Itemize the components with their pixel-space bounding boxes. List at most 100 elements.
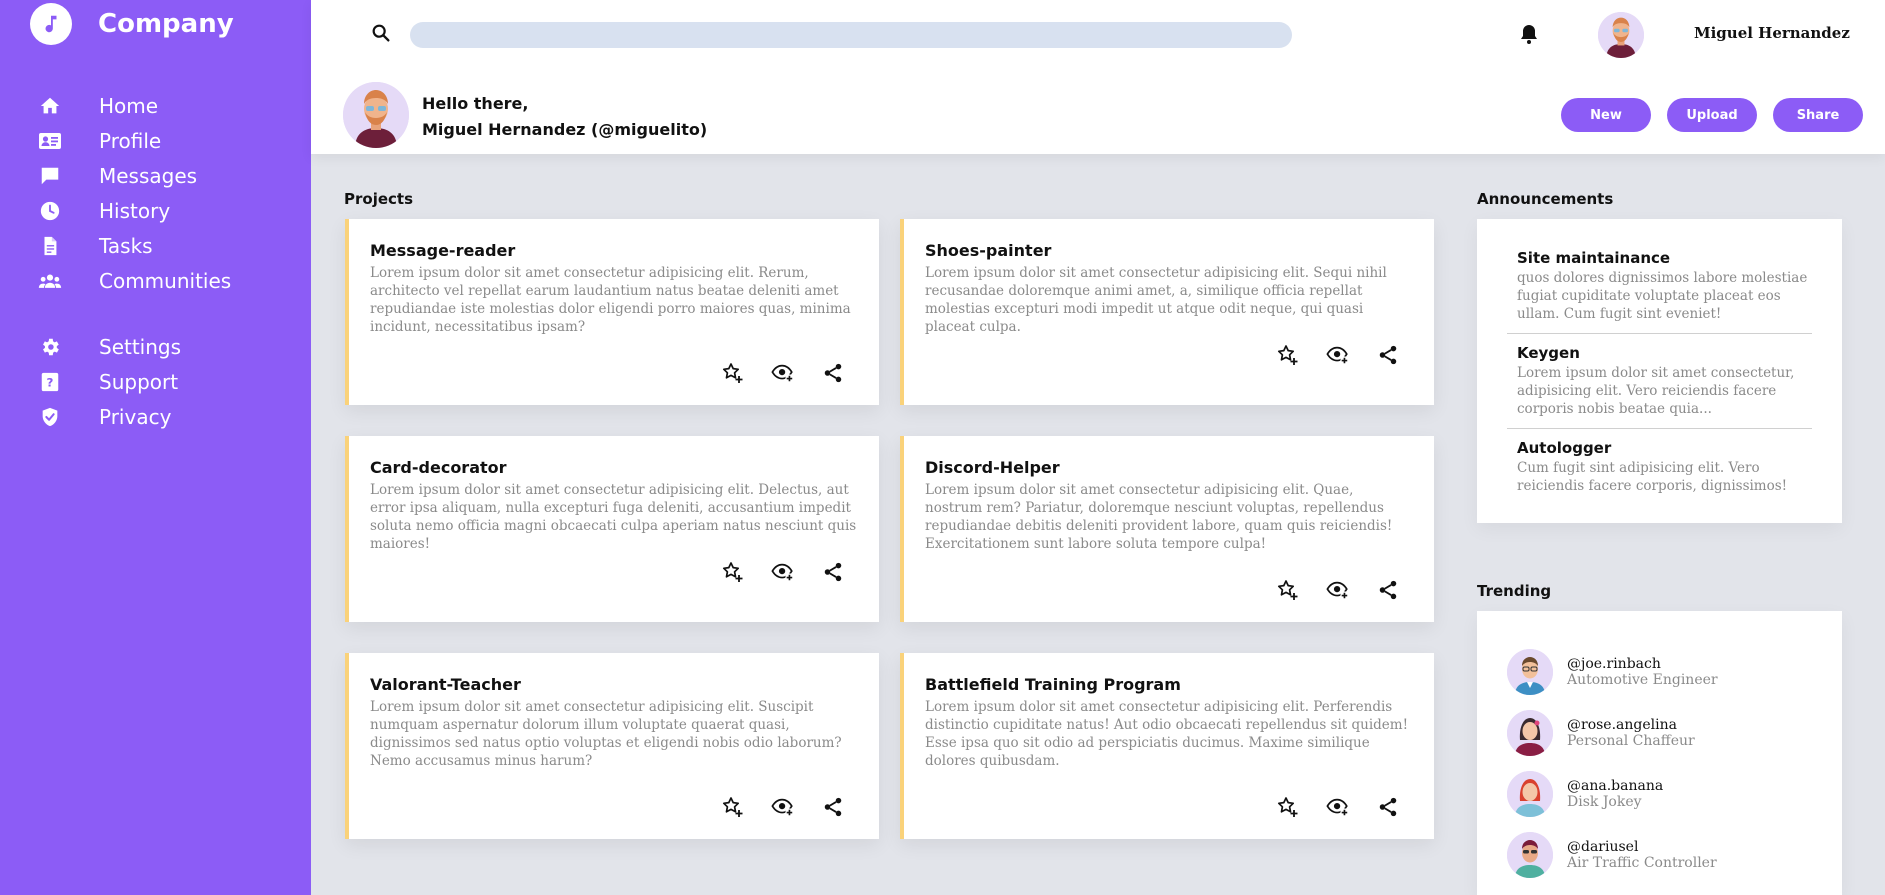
shield-icon [38,405,62,429]
star-add-icon[interactable] [1276,343,1300,367]
sidebar-item-profile[interactable]: Profile [0,123,311,158]
project-actions [1276,343,1400,367]
trending-role: Personal Chaffeur [1567,732,1695,749]
star-add-icon[interactable] [721,361,745,385]
share-icon[interactable] [821,361,845,385]
sidebar-item-label: Support [99,369,179,394]
share-icon[interactable] [1376,795,1400,819]
project-description: Lorem ipsum dolor sit amet consectetur a… [925,265,1387,335]
greeting: Hello there, Miguel Hernandez (@miguelit… [422,91,707,143]
trending-role: Automotive Engineer [1567,671,1718,688]
project-card[interactable]: Valorant-Teacher Lorem ipsum dolor sit a… [345,653,879,839]
music-note-icon [30,3,72,45]
trending-handle: @joe.rinbach [1567,655,1661,672]
project-title: Card-decorator [370,458,507,477]
sidebar-item-communities[interactable]: Communities [0,263,311,298]
share-icon[interactable] [821,795,845,819]
announcement-item[interactable]: Autologger Cum fugit sint adipisicing el… [1507,439,1812,505]
project-title: Valorant-Teacher [370,675,521,694]
sidebar-item-label: Privacy [99,404,172,429]
chat-icon [38,164,62,188]
sidebar-nav: Home Profile Messages History Tasks Comm… [0,88,311,434]
project-card[interactable]: Message-reader Lorem ipsum dolor sit ame… [345,219,879,405]
project-description: Lorem ipsum dolor sit amet consectetur a… [925,699,1409,769]
announcements-panel: Site maintainance quos dolores dignissim… [1477,219,1842,523]
project-card[interactable]: Shoes-painter Lorem ipsum dolor sit amet… [900,219,1434,405]
username: Miguel Hernandez [1694,24,1850,42]
trending-role: Air Traffic Controller [1567,854,1717,871]
star-add-icon[interactable] [1276,578,1300,602]
trending-title: Trending [1477,582,1552,600]
help-icon: ? [38,370,62,394]
project-card[interactable]: Discord-Helper Lorem ipsum dolor sit ame… [900,436,1434,622]
search-input[interactable] [410,22,1292,48]
project-description: Lorem ipsum dolor sit amet consectetur a… [370,482,857,552]
trending-handle: @ana.banana [1567,777,1664,794]
project-card[interactable]: Battlefield Training Program Lorem ipsum… [900,653,1434,839]
project-title: Message-reader [370,241,516,260]
announcement-item[interactable]: Site maintainance quos dolores dignissim… [1507,249,1812,334]
project-actions [721,361,845,385]
header-actions: New Upload Share [1561,98,1885,132]
avatar[interactable] [1598,12,1644,58]
avatar [343,82,409,148]
trending-item[interactable]: @rose.angelina Personal Chaffeur [1507,702,1812,763]
project-title: Discord-Helper [925,458,1060,477]
brand-name: Company [98,9,234,39]
announcement-item[interactable]: Keygen Lorem ipsum dolor sit amet consec… [1507,344,1812,429]
eye-add-icon[interactable] [771,361,795,385]
new-button[interactable]: New [1561,98,1651,132]
announcement-title: Autologger [1517,439,1612,457]
eye-add-icon[interactable] [1326,343,1350,367]
sidebar-item-home[interactable]: Home [0,88,311,123]
star-add-icon[interactable] [721,560,745,584]
sidebar-item-history[interactable]: History [0,193,311,228]
brand[interactable]: Company [30,3,234,45]
trending-item[interactable]: @ana.banana Disk Jokey [1507,763,1812,824]
sidebar-item-label: Communities [99,268,232,293]
project-card[interactable]: Card-decorator Lorem ipsum dolor sit ame… [345,436,879,622]
trending-item[interactable]: @dariusel Air Traffic Controller [1507,824,1812,885]
sidebar-item-settings[interactable]: Settings [0,329,311,364]
eye-add-icon[interactable] [1326,578,1350,602]
project-actions [1276,578,1400,602]
upload-button[interactable]: Upload [1667,98,1757,132]
projects-title: Projects [344,190,414,208]
svg-text:?: ? [47,375,54,389]
search-icon[interactable] [370,22,392,44]
announcements-title: Announcements [1477,190,1614,208]
eye-add-icon[interactable] [771,795,795,819]
star-add-icon[interactable] [1276,795,1300,819]
sidebar-item-label: History [99,198,171,223]
bell-icon[interactable] [1517,22,1541,46]
share-icon[interactable] [1376,343,1400,367]
project-title: Battlefield Training Program [925,675,1181,694]
sidebar-divider [0,298,311,329]
share-button[interactable]: Share [1773,98,1863,132]
share-icon[interactable] [1376,578,1400,602]
sidebar-item-label: Profile [99,128,162,153]
avatar [1507,770,1553,817]
eye-add-icon[interactable] [1326,795,1350,819]
id-card-icon [38,129,62,153]
project-actions [1276,795,1400,819]
avatar [1507,709,1553,756]
announcement-text: quos dolores dignissimos labore molestia… [1517,270,1808,322]
sidebar-item-tasks[interactable]: Tasks [0,228,311,263]
header: Miguel Hernandez Hello there, Miguel Her… [311,0,1885,154]
sidebar-item-messages[interactable]: Messages [0,158,311,193]
star-add-icon[interactable] [721,795,745,819]
greeting-line-2: Miguel Hernandez (@miguelito) [422,120,708,139]
sidebar-item-support[interactable]: ? Support [0,364,311,399]
trending-item[interactable]: @joe.rinbach Automotive Engineer [1507,641,1812,702]
avatar [1507,831,1553,878]
project-actions [721,795,845,819]
sidebar: Company Home Profile Messages History Ta… [0,0,311,895]
sidebar-item-privacy[interactable]: Privacy [0,399,311,434]
eye-add-icon[interactable] [771,560,795,584]
project-title: Shoes-painter [925,241,1052,260]
avatar [1507,648,1553,695]
trending-handle: @dariusel [1567,838,1639,855]
share-icon[interactable] [821,560,845,584]
gear-icon [38,335,62,359]
